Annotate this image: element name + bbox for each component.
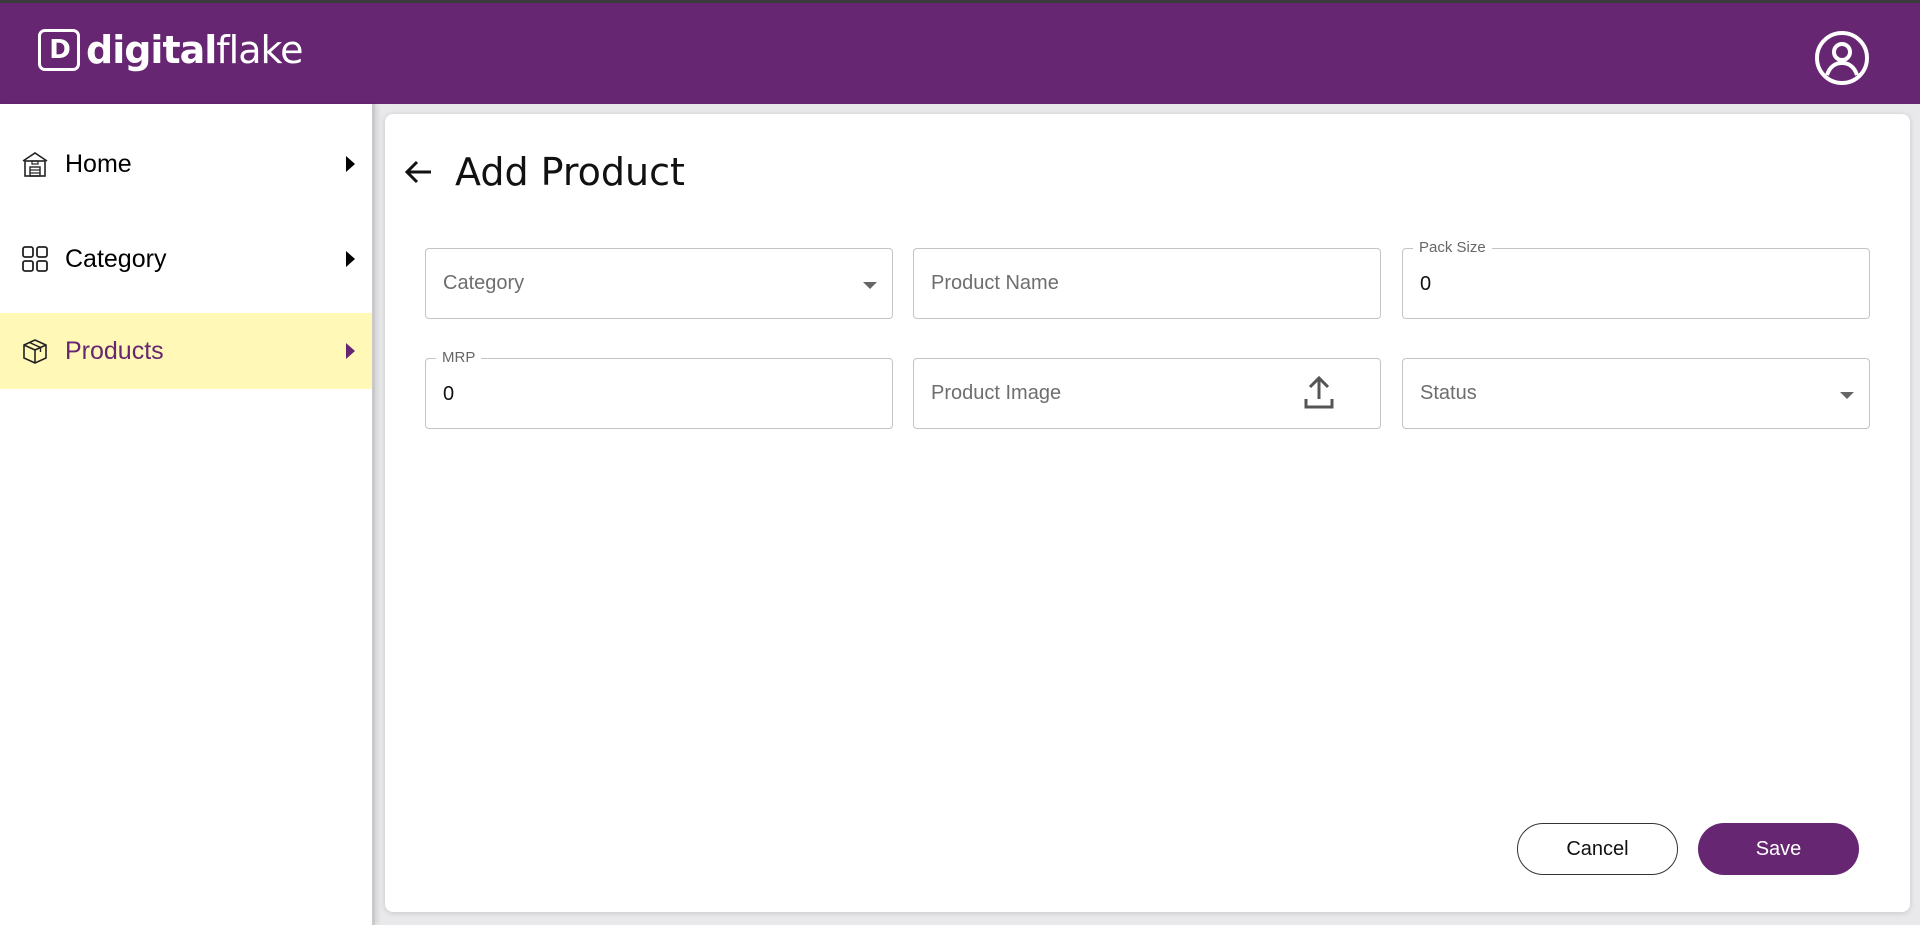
mrp-label: MRP xyxy=(436,349,482,366)
status-placeholder: Status xyxy=(1420,382,1477,404)
sidebar-item-home[interactable]: Home xyxy=(0,126,372,202)
sidebar-item-label: Category xyxy=(65,244,167,273)
chevron-right-icon xyxy=(346,156,355,172)
back-arrow-icon[interactable] xyxy=(403,156,435,188)
logo-text: digitalflake xyxy=(86,28,304,72)
pack-size-value: 0 xyxy=(1420,273,1432,295)
sidebar-item-label: Products xyxy=(65,336,164,365)
user-avatar-icon[interactable] xyxy=(1814,30,1870,86)
logo-mark-letter: D xyxy=(49,35,71,65)
product-name-placeholder: Product Name xyxy=(931,272,1059,294)
upload-icon[interactable] xyxy=(1302,375,1336,411)
mrp-value: 0 xyxy=(443,383,455,405)
logo-text-light: flake xyxy=(216,28,303,72)
main-panel: Add Product Category Product Name Pack S… xyxy=(385,114,1910,912)
page-title: Add Product xyxy=(455,150,685,194)
sidebar-item-label: Home xyxy=(65,149,132,178)
top-bar: D digitalflake xyxy=(0,0,1920,104)
sidebar-item-products[interactable]: Products xyxy=(0,313,372,389)
category-select[interactable]: Category xyxy=(425,248,893,319)
logo-text-bold: digital xyxy=(86,28,217,72)
product-image-input[interactable]: Product Image xyxy=(913,358,1381,429)
pack-size-input[interactable]: Pack Size 0 xyxy=(1402,239,1870,319)
category-placeholder: Category xyxy=(443,272,525,294)
package-box-icon xyxy=(23,339,47,364)
chevron-right-icon xyxy=(346,343,355,359)
chevron-down-icon xyxy=(863,282,877,289)
product-name-input[interactable]: Product Name xyxy=(913,248,1381,319)
logo-mark-icon: D xyxy=(38,29,80,71)
pack-size-label: Pack Size xyxy=(1413,239,1492,256)
save-button[interactable]: Save xyxy=(1698,823,1859,875)
mrp-input[interactable]: MRP 0 xyxy=(425,349,893,429)
cancel-button[interactable]: Cancel xyxy=(1517,823,1678,875)
sidebar: Home Category Products xyxy=(0,104,375,925)
sidebar-item-category[interactable]: Category xyxy=(0,221,372,297)
home-building-icon xyxy=(22,152,48,177)
brand-logo[interactable]: D digitalflake xyxy=(38,28,304,72)
product-image-placeholder: Product Image xyxy=(931,382,1062,404)
chevron-right-icon xyxy=(346,251,355,267)
chevron-down-icon xyxy=(1840,392,1854,399)
grid-icon xyxy=(22,246,48,272)
status-select[interactable]: Status xyxy=(1402,358,1870,429)
